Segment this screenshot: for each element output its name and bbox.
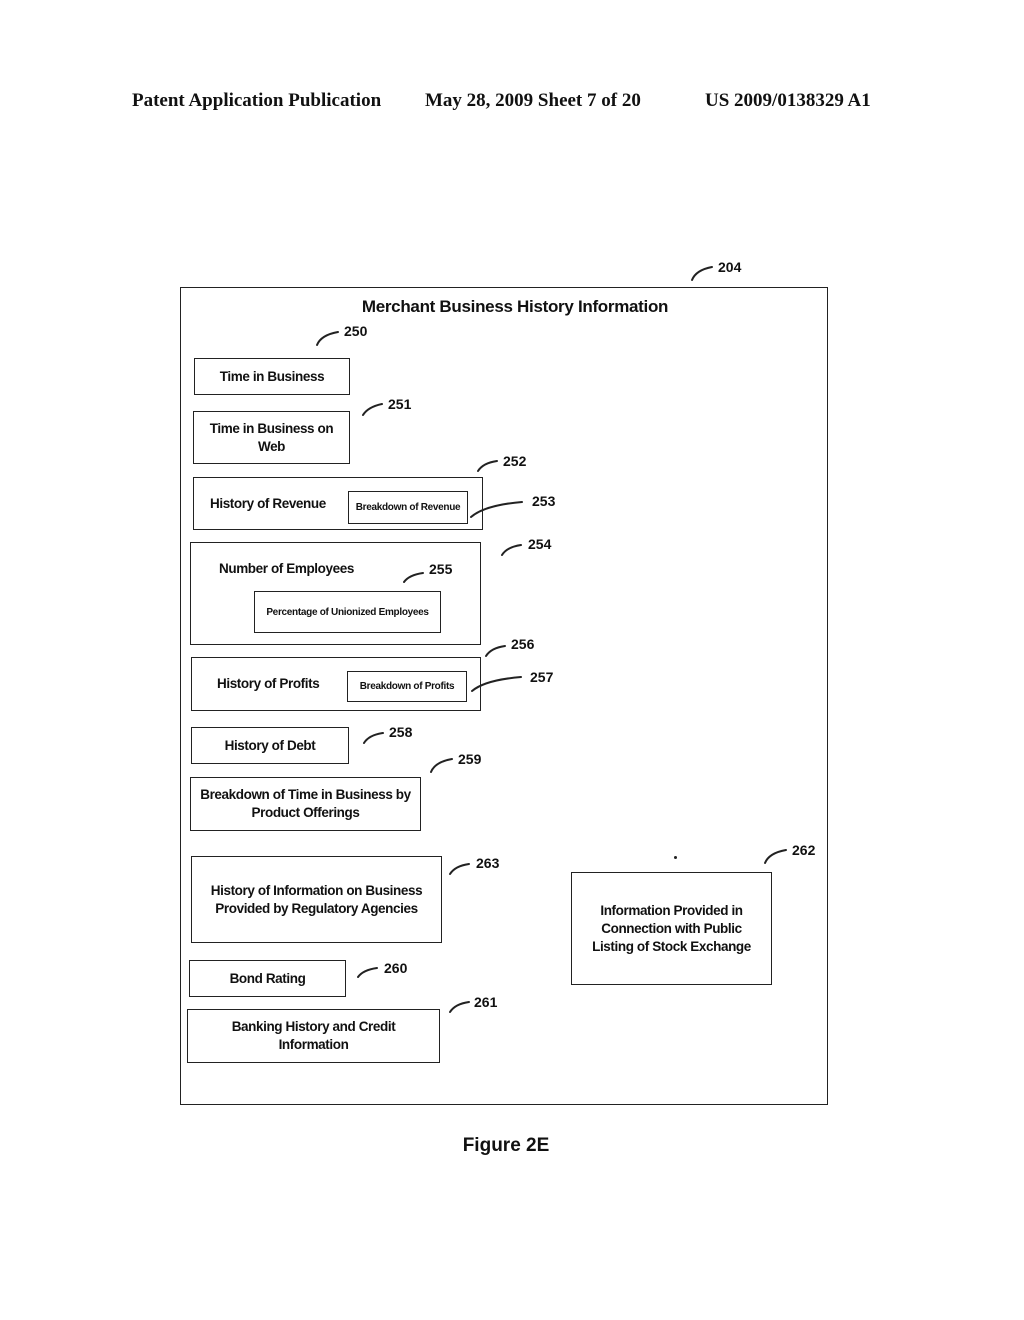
ref-254: 254 — [528, 536, 552, 552]
block-history-of-debt: History of Debt — [191, 727, 349, 764]
block-label: Percentage of Unionized Employees — [266, 606, 429, 618]
block-breakdown-of-profits: Breakdown of Profits — [347, 671, 467, 702]
block-label: Information Provided in Connection with … — [592, 902, 751, 954]
ref-253: 253 — [532, 493, 556, 509]
diagram-title: Merchant Business History Information — [361, 297, 669, 316]
block-label: Breakdown of Profits — [359, 681, 455, 692]
ref-204: 204 — [718, 259, 742, 275]
block-public-listing-information: Information Provided in Connection with … — [571, 872, 772, 985]
figure-caption: Figure 2E — [462, 1135, 550, 1156]
publication-type: Patent Application Publication — [132, 90, 382, 111]
ref-257: 257 — [530, 669, 554, 685]
block-bond-rating: Bond Rating — [189, 960, 346, 997]
publication-date-sheet: May 28, 2009 Sheet 7 of 20 — [425, 90, 641, 111]
block-history-of-regulatory-information: History of Information on Business Provi… — [191, 856, 442, 943]
ref-261: 261 — [474, 994, 498, 1010]
stray-dot — [674, 856, 677, 859]
block-breakdown-of-revenue: Breakdown of Revenue — [348, 491, 468, 524]
block-label: Time in Business on Web — [209, 420, 334, 454]
block-label: Number of Employees — [219, 561, 354, 576]
block-label: History of Revenue — [210, 495, 326, 511]
block-label: Banking History and Credit Information — [231, 1019, 396, 1052]
block-label: History of Information on Business Provi… — [210, 882, 423, 916]
block-label: History of Debt — [224, 737, 316, 753]
block-label: Breakdown of Revenue — [355, 502, 461, 513]
ref-250: 250 — [344, 323, 368, 339]
block-label: Breakdown of Time in Business by Product… — [200, 787, 411, 820]
ref-252: 252 — [503, 453, 527, 469]
ref-260: 260 — [384, 960, 408, 976]
ref-251: 251 — [388, 396, 412, 412]
block-label: History of Profits — [217, 676, 320, 691]
ref-263: 263 — [476, 855, 500, 871]
leader-204 — [691, 266, 713, 281]
ref-255: 255 — [429, 561, 453, 577]
block-banking-history-and-credit-information: Banking History and Credit Information — [187, 1009, 440, 1063]
ref-258: 258 — [389, 724, 413, 740]
patent-number: US 2009/0138329 A1 — [705, 90, 871, 111]
ref-256: 256 — [511, 636, 535, 652]
block-time-in-business-on-web: Time in Business on Web — [193, 411, 350, 464]
ref-259: 259 — [458, 751, 482, 767]
block-percentage-of-unionized-employees: Percentage of Unionized Employees — [254, 591, 441, 633]
block-label: Time in Business — [219, 368, 325, 384]
block-time-in-business: Time in Business — [194, 358, 350, 395]
block-label: Bond Rating — [229, 970, 306, 986]
block-breakdown-of-time-in-business-by-product-offerings: Breakdown of Time in Business by Product… — [190, 777, 421, 831]
ref-262: 262 — [792, 842, 816, 858]
